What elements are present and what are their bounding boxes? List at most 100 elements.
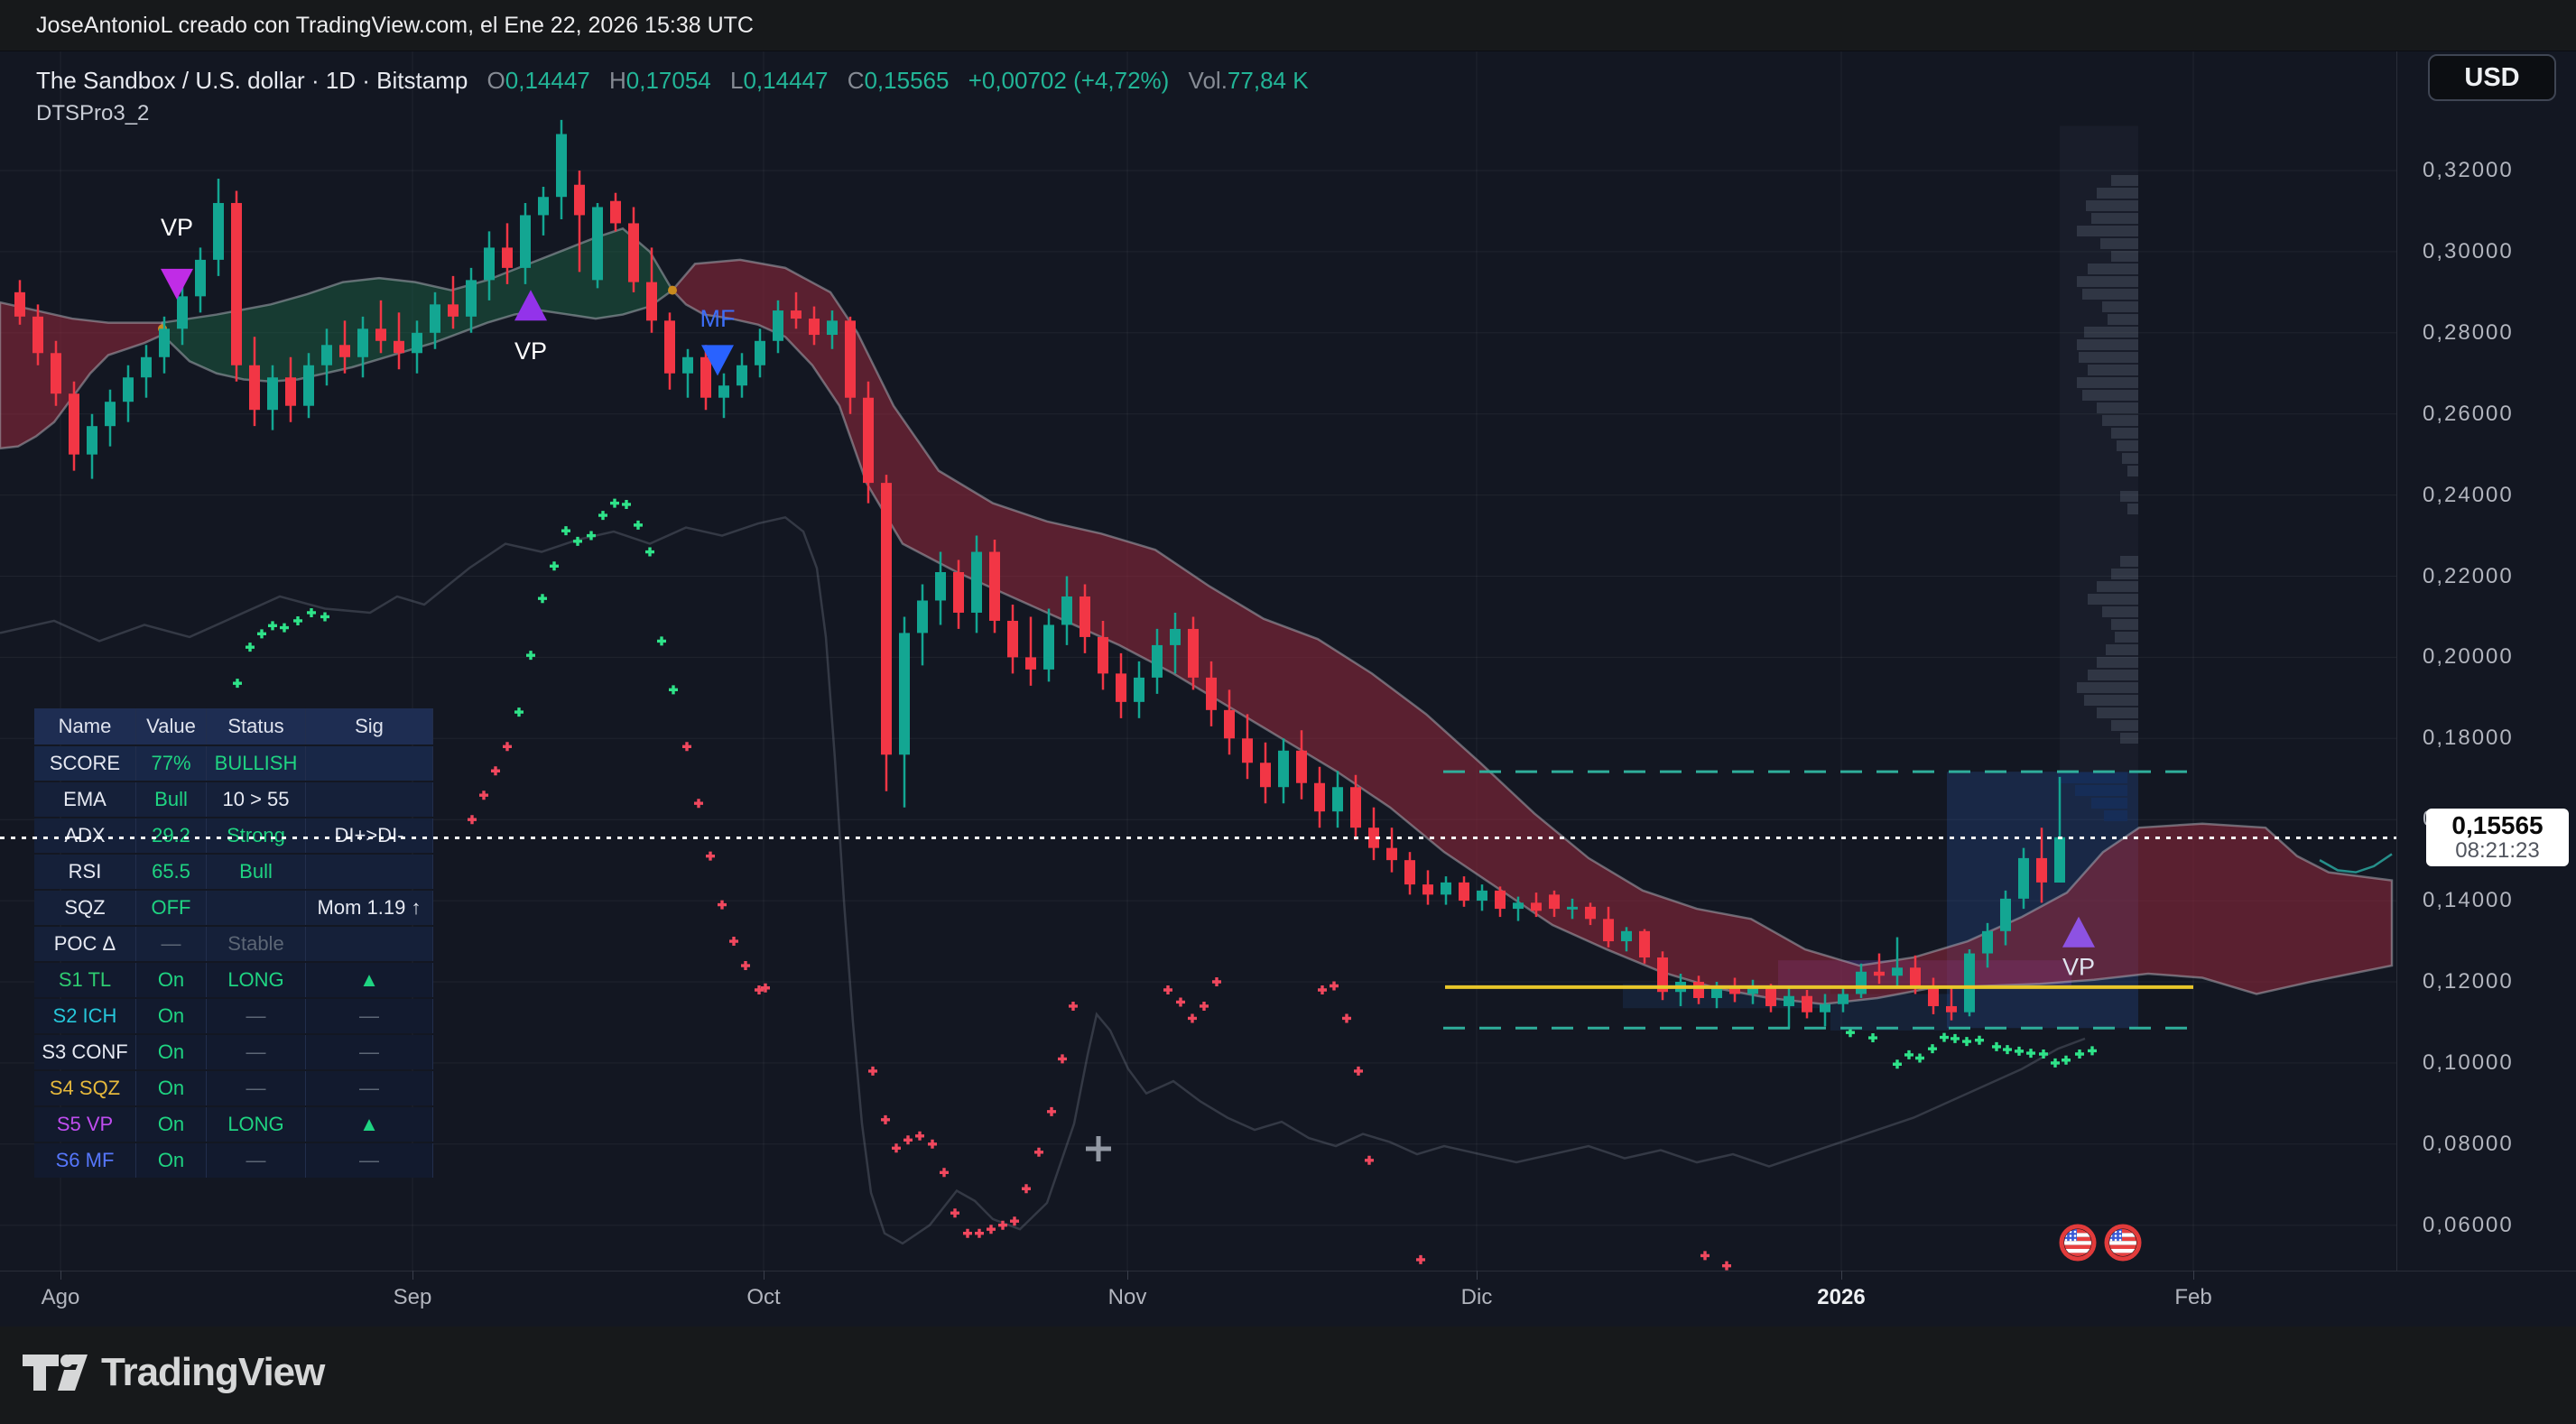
candle-body: [845, 320, 856, 397]
candle-body: [1188, 629, 1199, 678]
candle-body: [1459, 883, 1469, 901]
candle-body: [2054, 837, 2065, 883]
candle-body: [321, 345, 332, 365]
table-cell-value: Bull: [136, 782, 207, 817]
candle-body: [1874, 972, 1885, 976]
candle-body: [177, 296, 188, 328]
symbol-legend[interactable]: The Sandbox / U.S. dollar · 1D · Bitstam…: [36, 67, 1309, 95]
candle-body: [141, 357, 152, 377]
candle-body: [1495, 891, 1506, 909]
candle-body: [1278, 751, 1289, 787]
candle-body: [1964, 954, 1975, 1013]
projection-line: [2320, 854, 2392, 872]
candle-body: [574, 185, 585, 216]
table-cell-name: SQZ: [34, 891, 136, 925]
tradingview-logo-text: TradingView: [101, 1350, 324, 1395]
price-axis-label: 0,12000: [2423, 969, 2514, 994]
tradingview-logo[interactable]: TradingView: [22, 1350, 324, 1395]
table-row: RSI65.5Bull: [34, 855, 433, 889]
candle-body: [195, 260, 206, 296]
candle-body: [1170, 629, 1181, 645]
time-axis-label: Oct: [746, 1285, 780, 1310]
candle-body: [1080, 596, 1090, 637]
economic-event-flag-icon[interactable]: [2107, 1226, 2139, 1259]
candle-body: [394, 341, 404, 353]
candle-body: [1260, 763, 1271, 787]
candle-body: [105, 402, 116, 426]
candle-body: [1404, 860, 1415, 884]
table-cell-status: —: [207, 1071, 306, 1105]
candle-body: [1711, 988, 1722, 998]
table-cell-sig: [306, 746, 433, 781]
price-axis-label: 0,10000: [2423, 1050, 2514, 1076]
candle-body: [1693, 982, 1704, 998]
candle-body: [375, 328, 386, 340]
candle-body: [1513, 902, 1524, 909]
candle-body: [1928, 985, 1939, 1005]
table-cell-sig: ▲: [306, 963, 433, 997]
candle-body: [1422, 884, 1433, 894]
candle-body: [1061, 596, 1072, 624]
symbol-title[interactable]: The Sandbox / U.S. dollar · 1D · Bitstam…: [36, 67, 468, 94]
time-axis-tick: [2193, 1271, 2194, 1280]
candle-body: [700, 357, 711, 398]
candle-body: [971, 552, 982, 613]
candle-body: [1296, 751, 1307, 783]
time-axis-tick: [60, 1271, 61, 1280]
table-cell-name: POC Δ: [34, 927, 136, 961]
indicator-name-label[interactable]: DTSPro3_2: [36, 101, 149, 126]
candle-body: [1585, 907, 1596, 919]
candle-body: [1314, 783, 1325, 811]
open-label: O: [487, 67, 505, 94]
close-label: C: [848, 67, 865, 94]
candle-body: [2018, 858, 2029, 899]
time-axis-label: Feb: [2174, 1285, 2211, 1310]
candle-body: [1784, 996, 1794, 1006]
candle-body: [267, 377, 278, 410]
close-value: 0,15565: [864, 67, 949, 94]
table-cell-name: SCORE: [34, 746, 136, 781]
table-cell-name: S2 ICH: [34, 999, 136, 1033]
table-column-header: Status: [207, 708, 306, 744]
candle-body: [1892, 967, 1903, 976]
candle-body: [610, 201, 621, 224]
price-axis-label: 0,24000: [2423, 483, 2514, 508]
candle-body: [682, 357, 693, 374]
table-cell-name: S5 VP: [34, 1107, 136, 1142]
candle-body: [1910, 967, 1921, 985]
table-column-header: Value: [136, 708, 207, 744]
candle-body: [303, 365, 314, 406]
economic-event-flag-icon[interactable]: [2062, 1226, 2094, 1259]
candle-body: [1549, 894, 1560, 909]
candle-body: [1134, 678, 1144, 702]
price-axis-label: 0,22000: [2423, 564, 2514, 589]
candle-body: [791, 310, 802, 319]
price-axis-label: 0,14000: [2423, 888, 2514, 913]
candle-body: [809, 319, 820, 335]
candle-body: [2036, 858, 2047, 883]
candle-body: [430, 304, 440, 332]
candle-body: [755, 341, 765, 365]
mf-marker-label: MF: [700, 305, 736, 332]
candle-body: [917, 600, 928, 633]
candle-body: [1043, 624, 1054, 669]
candle-body: [1982, 931, 1993, 954]
price-axis-label: 0,28000: [2423, 320, 2514, 346]
table-cell-status: —: [207, 1143, 306, 1178]
table-row: S1 TLOnLONG▲: [34, 963, 433, 997]
candle-body: [159, 328, 170, 356]
vp-marker-label: VP: [161, 214, 193, 241]
candle-body: [1477, 891, 1487, 901]
candle-body: [863, 398, 874, 483]
table-cell-value: On: [136, 1107, 207, 1142]
candle-body: [69, 393, 79, 454]
candle-body: [14, 292, 25, 317]
candle-body: [339, 345, 350, 356]
current-price-tag: 0,15565 08:21:23: [2426, 809, 2569, 866]
table-row: S6 MFOn——: [34, 1143, 433, 1178]
candle-body: [1007, 621, 1018, 657]
change-value: +0,00702 (+4,72%): [968, 67, 1170, 94]
candle-body: [466, 280, 477, 316]
candle-body: [935, 572, 946, 600]
candle-body: [737, 365, 747, 385]
